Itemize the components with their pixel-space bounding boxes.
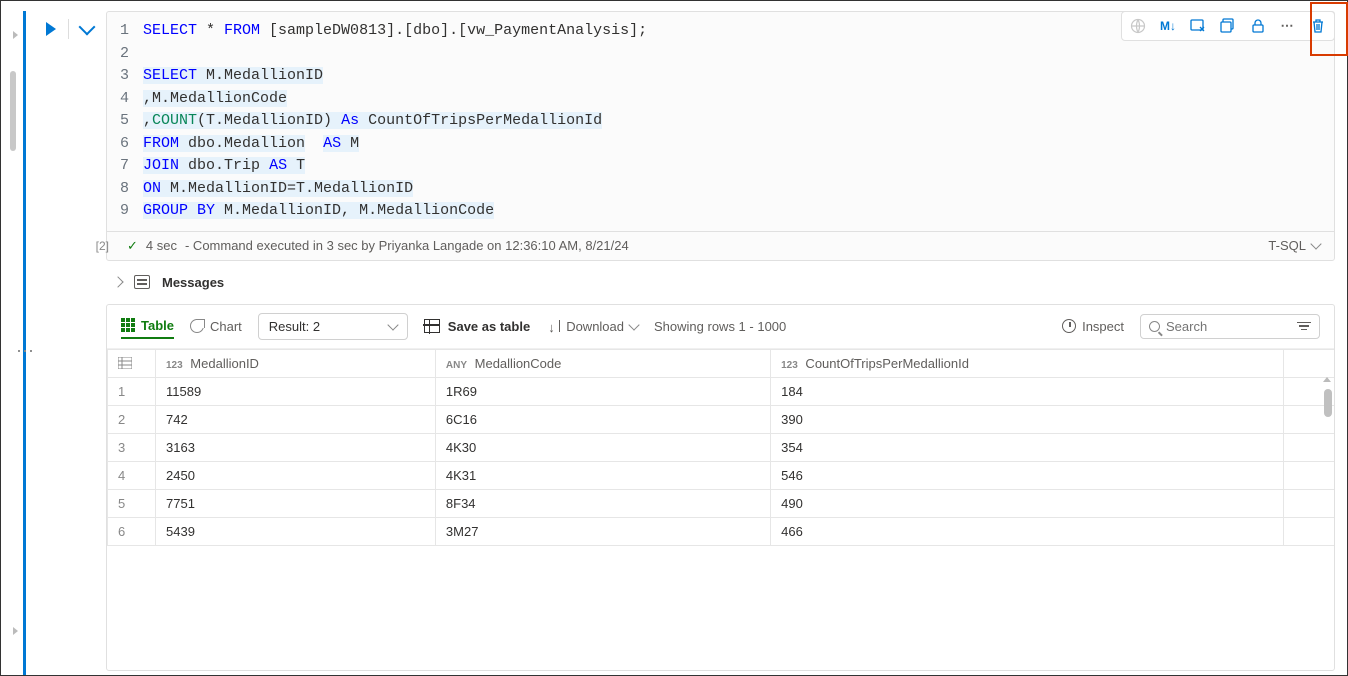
- chart-icon: [190, 319, 204, 333]
- tab-chart-label: Chart: [210, 319, 242, 334]
- cell[interactable]: 3163: [156, 433, 436, 461]
- clear-output-button[interactable]: [1188, 16, 1208, 36]
- row-index: 2: [108, 405, 156, 433]
- cell[interactable]: 5439: [156, 517, 436, 545]
- tab-table-label: Table: [141, 318, 174, 333]
- cell[interactable]: 466: [771, 517, 1284, 545]
- inspect-button[interactable]: Inspect: [1062, 319, 1124, 334]
- row-index: 3: [108, 433, 156, 461]
- results-table: 123 MedallionIDANY MedallionCode123 Coun…: [107, 349, 1334, 546]
- success-check-icon: ✓: [127, 238, 138, 254]
- more-actions-button[interactable]: ⋯: [1278, 16, 1298, 36]
- search-box[interactable]: [1140, 314, 1320, 339]
- save-as-table-button[interactable]: Save as table: [424, 319, 530, 334]
- cell-toolbar: M↓ ⋯: [1121, 11, 1335, 41]
- table-scroll[interactable]: 123 MedallionIDANY MedallionCode123 Coun…: [107, 349, 1334, 671]
- inspect-label: Inspect: [1082, 319, 1124, 334]
- row-index: 5: [108, 489, 156, 517]
- cell[interactable]: 4K30: [435, 433, 770, 461]
- rows-info: Showing rows 1 - 1000: [654, 319, 786, 334]
- lock-cell-button[interactable]: [1248, 16, 1268, 36]
- markdown-label: M↓: [1160, 19, 1176, 33]
- chevron-down-icon: [628, 319, 639, 330]
- cell[interactable]: 184: [771, 377, 1284, 405]
- status-message: - Command executed in 3 sec by Priyanka …: [185, 238, 629, 253]
- expand-tri2-icon[interactable]: [13, 627, 18, 635]
- run-cell-button[interactable]: [46, 22, 56, 36]
- messages-label: Messages: [162, 275, 224, 290]
- status-duration: 4 sec: [146, 238, 177, 253]
- left-scrollbar[interactable]: [10, 71, 16, 151]
- cell[interactable]: 11589: [156, 377, 436, 405]
- column-header[interactable]: 123 MedallionID: [156, 349, 436, 377]
- inspect-icon: [1062, 319, 1076, 333]
- scrollbar-thumb[interactable]: [1324, 389, 1332, 417]
- save-table-label: Save as table: [448, 319, 530, 334]
- table-row[interactable]: 424504K31546: [108, 461, 1335, 489]
- row-index: 6: [108, 517, 156, 545]
- chevron-down-icon: [387, 319, 398, 330]
- cell[interactable]: 1R69: [435, 377, 770, 405]
- delete-cell-button[interactable]: [1308, 16, 1328, 36]
- line-gutter: 123456789: [107, 20, 143, 223]
- row-index: 4: [108, 461, 156, 489]
- cell[interactable]: 490: [771, 489, 1284, 517]
- search-input[interactable]: [1166, 319, 1286, 334]
- cell-menu-dots[interactable]: ⋯: [16, 341, 35, 362]
- cell[interactable]: 742: [156, 405, 436, 433]
- cell[interactable]: 546: [771, 461, 1284, 489]
- cell[interactable]: 3M27: [435, 517, 770, 545]
- column-header[interactable]: 123 CountOfTripsPerMedallionId: [771, 349, 1284, 377]
- table-icon: [121, 318, 135, 332]
- table-save-icon: [424, 319, 440, 333]
- table-row[interactable]: 654393M27466: [108, 517, 1335, 545]
- cell[interactable]: 390: [771, 405, 1284, 433]
- scroll-up-icon[interactable]: [1323, 377, 1331, 382]
- results-toolbar: Table Chart Result: 2 Save as table Down…: [107, 305, 1334, 349]
- search-icon: [1149, 321, 1160, 332]
- download-label: Download: [566, 319, 624, 334]
- table-row[interactable]: 577518F34490: [108, 489, 1335, 517]
- results-pane: Table Chart Result: 2 Save as table Down…: [106, 304, 1335, 672]
- messages-icon: [134, 275, 150, 289]
- download-icon: [546, 320, 560, 332]
- table-row[interactable]: 27426C16390: [108, 405, 1335, 433]
- table-row[interactable]: 1115891R69184: [108, 377, 1335, 405]
- result-selector-label: Result: 2: [269, 319, 320, 334]
- expand-tri-icon[interactable]: [13, 31, 18, 39]
- divider: [68, 19, 69, 39]
- language-label[interactable]: T-SQL: [1268, 238, 1306, 253]
- code-content[interactable]: SELECT * FROM [sampleDW0813].[dbo].[vw_P…: [143, 20, 1334, 223]
- cell[interactable]: 2450: [156, 461, 436, 489]
- run-options-dropdown[interactable]: [79, 19, 96, 36]
- code-cell[interactable]: 123456789 SELECT * FROM [sampleDW0813].[…: [106, 11, 1335, 261]
- cell[interactable]: 7751: [156, 489, 436, 517]
- row-index: 1: [108, 377, 156, 405]
- code-editor[interactable]: 123456789 SELECT * FROM [sampleDW0813].[…: [107, 12, 1334, 231]
- cell[interactable]: 8F34: [435, 489, 770, 517]
- cell[interactable]: 354: [771, 433, 1284, 461]
- globe-icon[interactable]: [1128, 16, 1148, 36]
- cell[interactable]: 4K31: [435, 461, 770, 489]
- cell-index: [2]: [69, 239, 109, 253]
- download-button[interactable]: Download: [546, 319, 638, 334]
- result-selector[interactable]: Result: 2: [258, 313, 408, 340]
- tab-table[interactable]: Table: [121, 314, 174, 339]
- expand-messages-icon[interactable]: [112, 276, 123, 287]
- row-index-header: [108, 349, 156, 377]
- column-header[interactable]: ANY MedallionCode: [435, 349, 770, 377]
- tab-chart[interactable]: Chart: [190, 315, 242, 338]
- cell[interactable]: 6C16: [435, 405, 770, 433]
- filter-icon[interactable]: [1297, 320, 1311, 333]
- status-bar: [2] ✓ 4 sec - Command executed in 3 sec …: [107, 231, 1334, 260]
- table-row[interactable]: 331634K30354: [108, 433, 1335, 461]
- markdown-button[interactable]: M↓: [1158, 16, 1178, 36]
- messages-section[interactable]: Messages: [106, 261, 1335, 304]
- duplicate-cell-button[interactable]: [1218, 16, 1238, 36]
- chevron-down-icon[interactable]: [1310, 238, 1321, 249]
